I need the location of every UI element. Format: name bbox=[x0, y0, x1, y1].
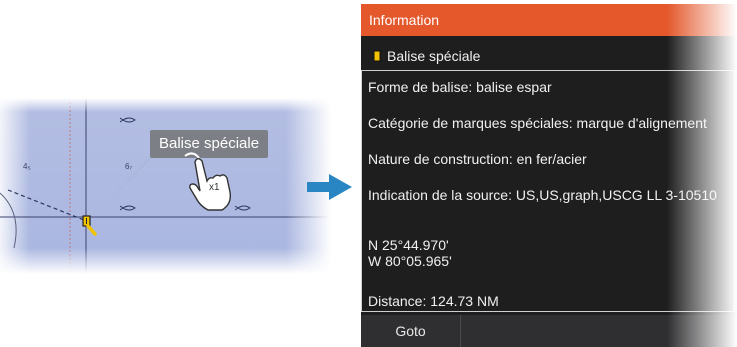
info-content[interactable]: Forme de balise: balise espar Catégorie … bbox=[361, 70, 735, 312]
info-line-construction: Nature de construction: en fer/acier bbox=[368, 151, 587, 167]
svg-text:x1: x1 bbox=[209, 182, 220, 193]
chart-fade bbox=[0, 98, 331, 112]
info-line-category: Catégorie de marques spéciales: marque d… bbox=[368, 115, 707, 131]
tap-gesture-icon: x1 bbox=[184, 152, 232, 211]
goto-button[interactable]: Goto bbox=[361, 315, 461, 347]
chart-fade bbox=[0, 248, 331, 274]
info-line-distance: Distance: 124.73 NM bbox=[368, 293, 499, 309]
chart-view[interactable]: 4₅ 6₇ bbox=[0, 98, 331, 274]
panel-footer: Goto bbox=[361, 315, 737, 347]
info-line-latitude: N 25°44.970' bbox=[368, 237, 449, 253]
info-line-longitude: W 80°05.965' bbox=[368, 253, 452, 269]
information-panel: Information Balise spéciale Forme de bal… bbox=[361, 4, 737, 347]
special-beacon-marker-icon[interactable] bbox=[80, 214, 102, 236]
info-line-source: Indication de la source: US,US,graph,USC… bbox=[368, 187, 717, 203]
arrow-right-icon bbox=[307, 174, 352, 200]
depth-sounding: 4₅ bbox=[23, 162, 31, 171]
beacon-name-row: Balise spéciale bbox=[361, 44, 480, 68]
beacon-icon bbox=[373, 45, 381, 69]
info-line-shape: Forme de balise: balise espar bbox=[368, 79, 552, 95]
panel-title: Information bbox=[361, 4, 737, 36]
depth-sounding: 6₇ bbox=[125, 162, 133, 171]
beacon-name: Balise spéciale bbox=[387, 48, 481, 64]
